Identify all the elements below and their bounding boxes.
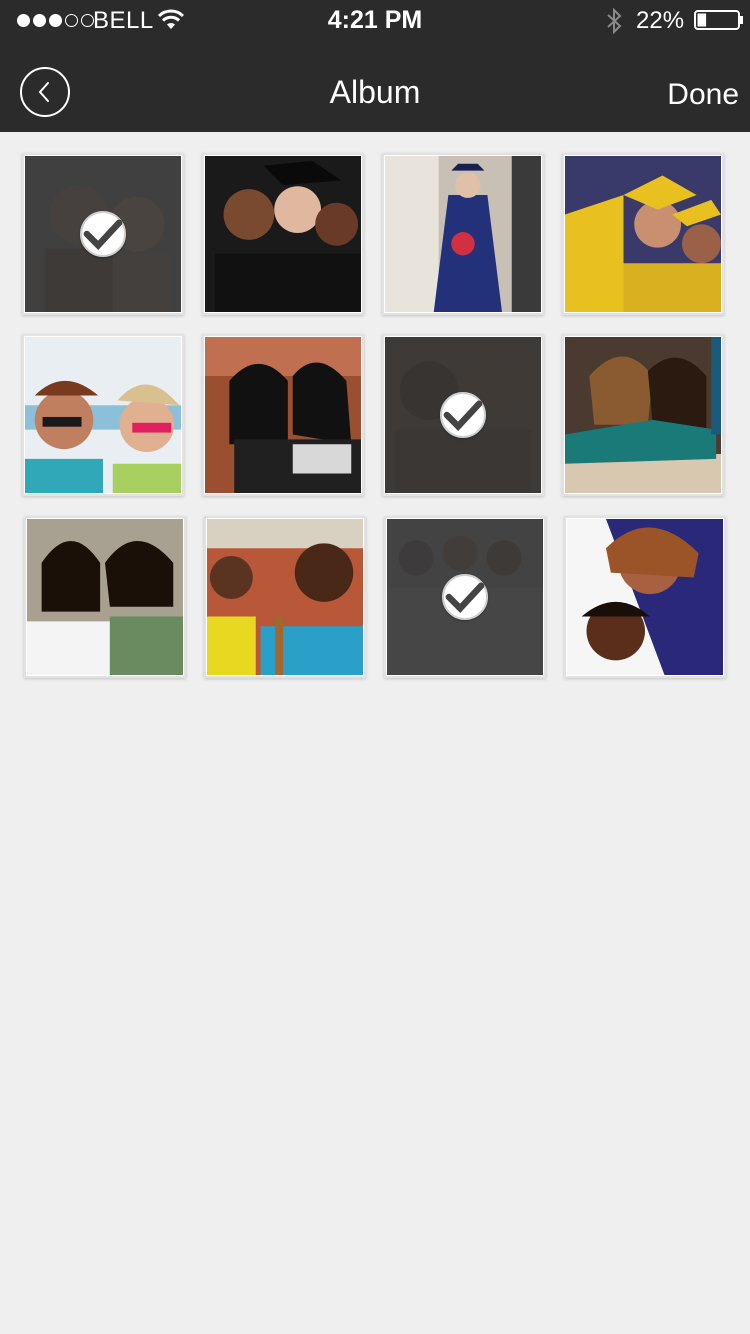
checkmark-icon [442, 574, 488, 620]
photo-thumbnail[interactable] [22, 153, 184, 315]
selected-overlay [385, 337, 541, 493]
photo-thumbnail[interactable] [204, 516, 366, 678]
photo-thumbnail[interactable] [562, 334, 724, 496]
photo-thumbnail[interactable] [382, 334, 544, 496]
photo-thumbnail[interactable] [382, 153, 544, 315]
photo-image [27, 519, 183, 675]
photo-image [207, 519, 363, 675]
photo-image [387, 519, 543, 675]
photo-thumbnail[interactable] [202, 153, 364, 315]
checkmark-icon [80, 211, 126, 257]
done-button[interactable]: Done [667, 78, 739, 112]
page-title: Album [329, 74, 421, 110]
header: BELL 4:21 PM 22% Album Done [0, 0, 750, 132]
selected-overlay [387, 519, 543, 675]
photo-image [567, 519, 723, 675]
photo-thumbnail[interactable] [24, 516, 186, 678]
status-bar: BELL 4:21 PM 22% [0, 0, 750, 40]
photo-image [565, 156, 721, 312]
photo-thumbnail[interactable] [22, 334, 184, 496]
photo-thumbnail[interactable] [202, 334, 364, 496]
photo-image [385, 156, 541, 312]
battery-icon [694, 10, 743, 30]
battery-percent: 22% [636, 7, 685, 34]
photo-image [25, 156, 181, 312]
checkmark-icon [440, 392, 486, 438]
photo-thumbnail[interactable] [564, 516, 726, 678]
photo-image [205, 156, 361, 312]
bluetooth-icon [607, 8, 622, 34]
photo-thumbnail[interactable] [562, 153, 724, 315]
photo-thumbnail[interactable] [384, 516, 546, 678]
navbar: Album Done [0, 40, 750, 132]
photo-image [385, 337, 541, 493]
photo-image [205, 337, 361, 493]
photo-image [565, 337, 721, 493]
selected-overlay [25, 156, 181, 312]
photo-image [25, 337, 181, 493]
